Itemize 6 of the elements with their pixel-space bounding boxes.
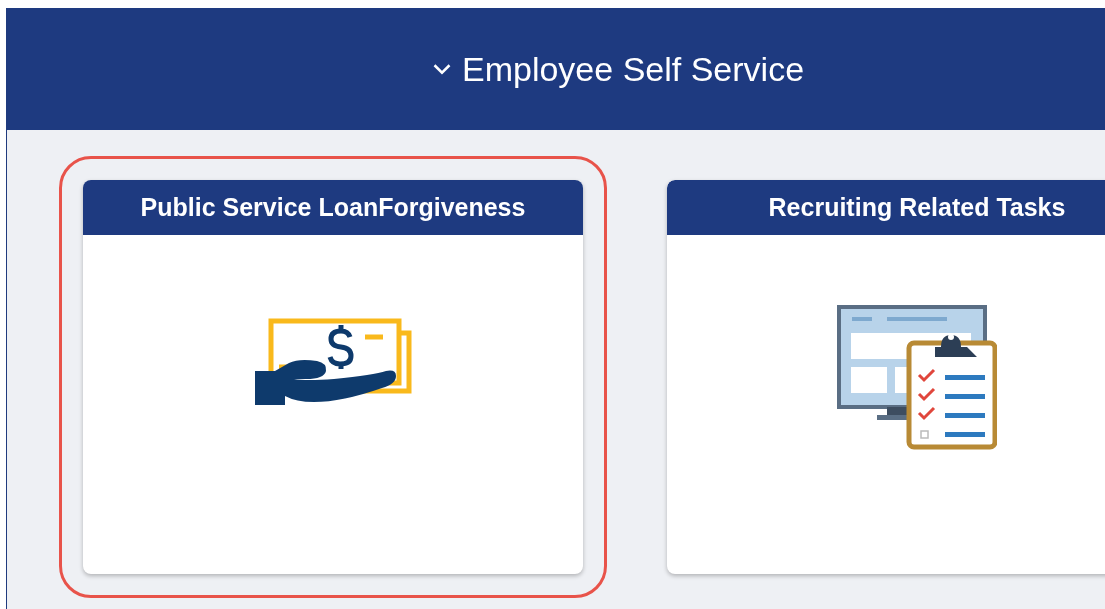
clipboard-checklist-icon <box>837 305 997 450</box>
app-tile[interactable]: Recruiting Related Tasks <box>667 180 1105 574</box>
tile-title: Public Service LoanForgiveness <box>83 180 583 235</box>
app-tile[interactable]: Public Service LoanForgiveness <box>83 180 583 574</box>
section-toggle[interactable]: Employee Self Service <box>432 49 805 89</box>
tile-title: Recruiting Related Tasks <box>667 180 1105 235</box>
